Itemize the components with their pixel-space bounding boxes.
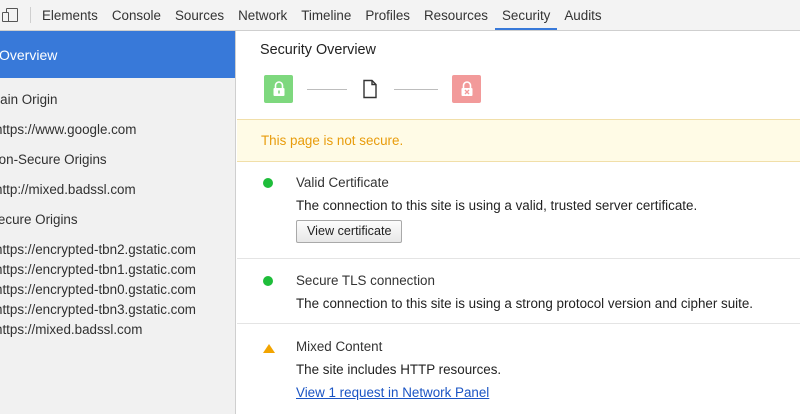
tab-console[interactable]: Console <box>105 0 168 30</box>
sidebar-item-origin[interactable]: https://encrypted-tbn2.gstatic.com <box>0 240 235 260</box>
page-title: Security Overview <box>260 42 376 58</box>
section-title: Mixed Content <box>296 339 383 354</box>
tab-resources[interactable]: Resources <box>417 0 495 30</box>
sidebar-heading-main-origin[interactable]: Main Origin <box>0 90 235 110</box>
tab-audits[interactable]: Audits <box>557 0 608 30</box>
sidebar-item-origin[interactable]: http://mixed.badssl.com <box>0 180 235 200</box>
tls-section: Secure TLS connection The connection to … <box>237 259 800 324</box>
section-title: Valid Certificate <box>296 175 389 190</box>
tab-security[interactable]: Security <box>495 0 558 30</box>
security-overview-panel: Security Overview This page is not secur… <box>237 31 800 414</box>
sidebar-heading-secure-origins[interactable]: Secure Origins <box>0 210 235 230</box>
neutral-page-icon <box>362 79 378 99</box>
security-state-diagram <box>264 75 494 105</box>
sidebar-item-origin[interactable]: https://encrypted-tbn0.gstatic.com <box>0 280 235 300</box>
tab-elements[interactable]: Elements <box>35 0 105 30</box>
state-connector-line <box>307 89 347 90</box>
state-connector-line <box>394 89 438 90</box>
section-description: The site includes HTTP resources. <box>296 362 502 377</box>
devtools-toolbar: Elements Console Sources Network Timelin… <box>0 0 800 31</box>
device-mode-icon <box>2 8 20 22</box>
view-certificate-button[interactable]: View certificate <box>296 220 403 243</box>
sidebar-heading-non-secure-origins[interactable]: Non-Secure Origins <box>0 150 235 170</box>
sidebar-item-origin[interactable]: https://encrypted-tbn1.gstatic.com <box>0 260 235 280</box>
insecure-page-banner: This page is not secure. <box>237 119 800 162</box>
section-description: The connection to this site is using a s… <box>296 296 754 311</box>
sidebar-item-origin[interactable]: https://mixed.badssl.com <box>0 320 235 340</box>
tab-timeline[interactable]: Timeline <box>294 0 358 30</box>
tab-sources[interactable]: Sources <box>168 0 231 30</box>
mixed-content-section: Mixed Content The site includes HTTP res… <box>237 324 800 414</box>
tab-profiles[interactable]: Profiles <box>358 0 417 30</box>
view-request-network-link[interactable]: View 1 request in Network Panel <box>296 385 489 400</box>
secure-lock-icon <box>264 75 293 103</box>
section-title: Secure TLS connection <box>296 273 435 288</box>
sidebar-item-origin[interactable]: https://www.google.com <box>0 120 235 140</box>
secure-status-dot-icon <box>263 178 273 188</box>
toolbar-divider <box>30 7 31 23</box>
sidebar-item-origin[interactable]: https://encrypted-tbn3.gstatic.com <box>0 300 235 320</box>
device-mode-button[interactable] <box>0 0 30 30</box>
section-description: The connection to this site is using a v… <box>296 198 698 213</box>
tab-network[interactable]: Network <box>231 0 294 30</box>
sidebar-item-overview[interactable]: Overview <box>0 31 235 78</box>
secure-status-dot-icon <box>263 276 273 286</box>
certificate-section: Valid Certificate The connection to this… <box>237 162 800 259</box>
security-sidebar: Overview Main Origin https://www.google.… <box>0 31 236 414</box>
insecure-lock-icon <box>452 75 481 103</box>
warning-triangle-icon <box>263 344 275 353</box>
